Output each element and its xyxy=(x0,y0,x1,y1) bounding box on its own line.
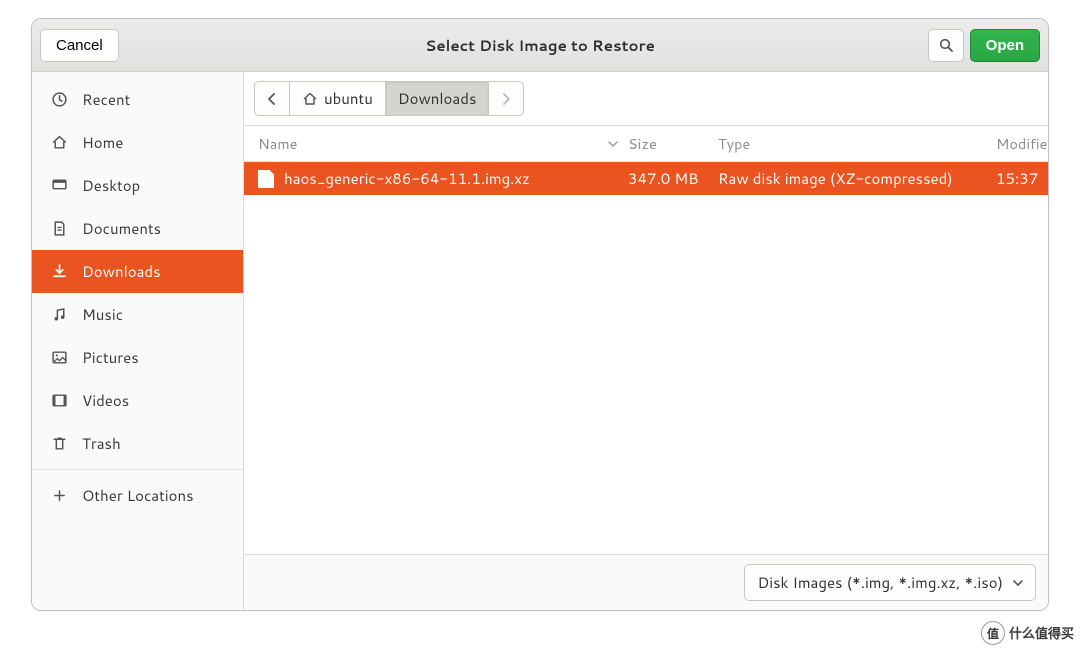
file-list: Name Size Type Modified haos_generic-x86… xyxy=(244,125,1048,554)
home-icon xyxy=(50,134,68,152)
path-segment-label: Downloads xyxy=(398,88,477,109)
path-forward-button[interactable] xyxy=(488,81,524,116)
chevron-right-icon xyxy=(501,93,511,105)
sidebar-item-downloads[interactable]: Downloads xyxy=(32,250,243,293)
sidebar-item-label: Pictures xyxy=(82,347,139,368)
column-size: Size xyxy=(628,133,718,154)
file-name: haos_generic-x86-64-11.1.img.xz xyxy=(284,168,530,189)
open-button[interactable]: Open xyxy=(970,29,1040,62)
sidebar-item-label: Documents xyxy=(82,218,161,239)
file-chooser-dialog: Cancel Select Disk Image to Restore Open… xyxy=(31,18,1049,611)
sidebar-item-label: Downloads xyxy=(82,261,161,282)
sidebar-item-music[interactable]: Music xyxy=(32,293,243,336)
cancel-button[interactable]: Cancel xyxy=(40,29,119,62)
trash-icon xyxy=(50,435,68,453)
home-icon xyxy=(302,91,318,107)
sidebar-item-trash[interactable]: Trash xyxy=(32,422,243,465)
search-button[interactable] xyxy=(928,29,964,62)
places-sidebar: Recent Home Desktop Documents Downloads … xyxy=(32,72,244,610)
main-pane: ubuntu Downloads Name Size xyxy=(244,72,1048,610)
column-name: Name xyxy=(258,133,297,154)
clock-icon xyxy=(50,91,68,109)
sidebar-item-pictures[interactable]: Pictures xyxy=(32,336,243,379)
sidebar-item-label: Music xyxy=(82,304,123,325)
file-size: 347.0 MB xyxy=(628,168,718,189)
file-type: Raw disk image (XZ-compressed) xyxy=(718,168,996,189)
watermark-text: 什么值得买 xyxy=(1009,623,1074,643)
filter-label: Disk Images (*.img, *.img.xz, *.iso) xyxy=(757,572,1003,593)
footer-bar: Disk Images (*.img, *.img.xz, *.iso) xyxy=(244,554,1048,610)
sidebar-separator xyxy=(32,469,243,470)
search-icon xyxy=(938,37,954,53)
column-modified: Modified xyxy=(996,133,1049,154)
path-back-button[interactable] xyxy=(254,81,290,116)
watermark: 值 什么值得买 xyxy=(981,621,1074,645)
sidebar-item-label: Videos xyxy=(82,390,129,411)
sidebar-item-label: Other Locations xyxy=(82,485,194,506)
path-segment-home[interactable]: ubuntu xyxy=(289,81,386,116)
sidebar-item-label: Desktop xyxy=(82,175,140,196)
sidebar-item-recent[interactable]: Recent xyxy=(32,78,243,121)
sidebar-item-label: Recent xyxy=(82,89,130,110)
downloads-icon xyxy=(50,263,68,281)
chevron-left-icon xyxy=(267,93,277,105)
path-segment-label: ubuntu xyxy=(324,88,373,109)
desktop-icon xyxy=(50,177,68,195)
file-icon xyxy=(258,170,274,188)
header-bar: Cancel Select Disk Image to Restore Open xyxy=(32,19,1048,72)
path-bar: ubuntu Downloads xyxy=(244,72,1048,125)
filter-combo[interactable]: Disk Images (*.img, *.img.xz, *.iso) xyxy=(744,564,1036,601)
path-segment-current[interactable]: Downloads xyxy=(385,81,490,116)
file-modified: 15:37 xyxy=(996,168,1042,189)
chevron-down-icon xyxy=(608,139,628,149)
sidebar-item-other-locations[interactable]: Other Locations xyxy=(32,474,243,517)
file-row[interactable]: haos_generic-x86-64-11.1.img.xz 347.0 MB… xyxy=(244,162,1048,195)
music-icon xyxy=(50,306,68,324)
sidebar-item-home[interactable]: Home xyxy=(32,121,243,164)
videos-icon xyxy=(50,392,68,410)
pictures-icon xyxy=(50,349,68,367)
dialog-title: Select Disk Image to Restore xyxy=(32,35,1048,56)
chevron-down-icon xyxy=(1013,578,1023,588)
watermark-badge: 值 xyxy=(981,621,1005,645)
sidebar-item-documents[interactable]: Documents xyxy=(32,207,243,250)
plus-icon xyxy=(50,487,68,505)
sidebar-item-label: Trash xyxy=(82,433,121,454)
documents-icon xyxy=(50,220,68,238)
column-type: Type xyxy=(718,133,996,154)
sidebar-item-desktop[interactable]: Desktop xyxy=(32,164,243,207)
sidebar-item-videos[interactable]: Videos xyxy=(32,379,243,422)
column-headers[interactable]: Name Size Type Modified xyxy=(244,126,1048,162)
sidebar-item-label: Home xyxy=(82,132,123,153)
